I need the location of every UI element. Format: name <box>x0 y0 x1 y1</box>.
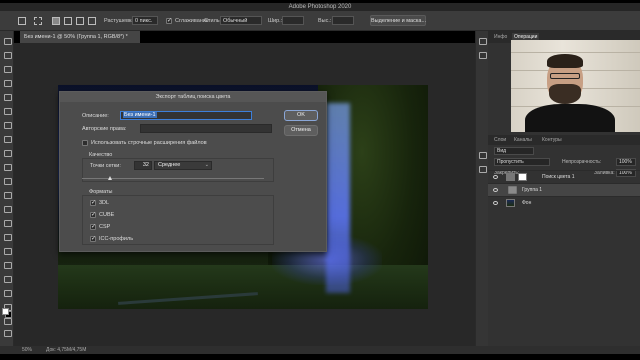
width-label: Шир.: <box>268 18 283 24</box>
pen-tool-icon[interactable] <box>3 247 12 255</box>
grid-points-slider-thumb[interactable] <box>108 176 112 180</box>
format-icc-label: ICC-профиль <box>99 236 134 242</box>
antialias-checkbox[interactable] <box>166 17 172 24</box>
layer-row[interactable]: Группа 1 <box>488 183 640 196</box>
description-input[interactable]: Без имени-1 <box>120 111 252 120</box>
panel-icon-strip <box>475 31 488 346</box>
healing-brush-tool-icon[interactable] <box>3 135 12 143</box>
title-bar: Adobe Photoshop 2020 <box>0 3 640 11</box>
opacity-label: Непрозрачность: <box>562 159 602 165</box>
layer-row[interactable]: Фон <box>488 196 640 209</box>
tab-layers[interactable]: Слои <box>494 135 506 145</box>
visibility-eye-icon[interactable] <box>493 175 498 179</box>
lowercase-extensions-label: Использовать строчные расширения файлов <box>91 140 207 146</box>
copyright-label: Авторские права: <box>82 126 127 132</box>
layer-filter-row: Вид <box>488 146 640 156</box>
dialog-title: Экспорт таблиц поиска цвета <box>60 92 326 102</box>
layer-thumbnail <box>506 199 515 207</box>
move-tool-icon[interactable] <box>3 37 12 45</box>
adjustment-layer-icon <box>506 173 515 181</box>
foreground-color-swatch[interactable] <box>2 308 9 315</box>
blend-row: Пропустить Непрозрачность: 100% <box>488 157 640 167</box>
cancel-button[interactable]: Отмена <box>284 125 318 136</box>
layer-mask-thumbnail <box>518 173 527 181</box>
tab-info[interactable]: Инфо <box>492 33 509 42</box>
add-selection-icon[interactable] <box>64 17 72 25</box>
select-and-mask-button[interactable]: Выделение и маска... <box>370 15 426 26</box>
toolbar <box>0 31 14 346</box>
quality-select-value: Среднее <box>158 162 181 168</box>
marquee-tool-icon[interactable] <box>34 17 42 25</box>
options-bar: Растушевка: 0 пикс. Сглаживание Стиль: О… <box>0 11 640 31</box>
grid-points-label: Точки сетки: <box>90 163 121 169</box>
dodge-tool-icon[interactable] <box>3 233 12 241</box>
format-3dl-label: 3DL <box>99 200 110 206</box>
type-tool-icon[interactable] <box>3 261 12 269</box>
zoom-level[interactable]: 50% <box>22 346 32 354</box>
status-bar: 50% Док: 4,75M/4,75M <box>0 346 640 354</box>
visibility-eye-icon[interactable] <box>493 201 498 205</box>
copyright-input[interactable] <box>140 124 272 133</box>
visibility-eye-icon[interactable] <box>493 188 498 192</box>
path-select-tool-icon[interactable] <box>3 275 12 283</box>
lasso-tool-icon[interactable] <box>3 65 12 73</box>
description-value: Без имени-1 <box>123 112 157 118</box>
home-icon[interactable] <box>18 17 26 25</box>
more-tools-icon[interactable] <box>3 329 12 337</box>
format-cube-checkbox[interactable] <box>90 211 96 218</box>
history-panel-icon[interactable] <box>478 37 487 45</box>
feather-input[interactable]: 0 пикс. <box>132 16 158 25</box>
shape-tool-icon[interactable] <box>3 289 12 297</box>
style-select[interactable]: Обычный <box>220 16 262 25</box>
new-selection-icon[interactable] <box>52 17 60 25</box>
lowercase-extensions-checkbox[interactable] <box>82 140 88 146</box>
format-icc-checkbox[interactable] <box>90 235 96 242</box>
export-color-lookup-dialog: Экспорт таблиц поиска цвета Описание: Бе… <box>59 91 327 252</box>
info-panel-icon[interactable] <box>478 51 487 59</box>
zoom-tool-icon[interactable] <box>3 317 12 325</box>
history-brush-tool-icon[interactable] <box>3 177 12 185</box>
quick-select-tool-icon[interactable] <box>3 79 12 87</box>
chevron-down-icon: ⌄ <box>204 162 209 168</box>
format-csp-checkbox[interactable] <box>90 223 96 230</box>
eyedropper-tool-icon[interactable] <box>3 121 12 129</box>
marquee-tool-icon[interactable] <box>3 51 12 59</box>
clone-stamp-tool-icon[interactable] <box>3 163 12 171</box>
brush-tool-icon[interactable] <box>3 149 12 157</box>
tab-paths[interactable]: Контуры <box>542 135 562 145</box>
blur-tool-icon[interactable] <box>3 219 12 227</box>
format-cube-label: CUBE <box>99 212 115 218</box>
layer-kind-select[interactable]: Вид <box>494 147 534 155</box>
description-label: Описание: <box>82 113 109 119</box>
crop-tool-icon[interactable] <box>3 93 12 101</box>
opacity-input[interactable]: 100% <box>616 158 636 166</box>
adjustments-panel-icon[interactable] <box>478 165 487 173</box>
quality-select[interactable]: Среднее ⌄ <box>154 161 212 170</box>
intersect-selection-icon[interactable] <box>88 17 96 25</box>
ok-button[interactable]: OK <box>284 110 318 121</box>
gradient-tool-icon[interactable] <box>3 205 12 213</box>
doc-size: Док: 4,75M/4,75M <box>46 347 87 353</box>
height-input[interactable] <box>332 16 354 25</box>
tab-channels[interactable]: Каналы <box>514 135 532 145</box>
document-tab[interactable]: Без имени-1 @ 50% (Группа 1, RGB/8*) * <box>20 31 140 43</box>
blend-mode-select[interactable]: Пропустить <box>494 158 550 166</box>
layer-row[interactable]: Поиск цвета 1 <box>488 170 640 183</box>
layers-panel-icon[interactable] <box>478 151 487 159</box>
subtract-selection-icon[interactable] <box>76 17 84 25</box>
format-3dl-checkbox[interactable] <box>90 199 96 206</box>
format-csp-label: CSP <box>99 224 111 230</box>
style-label: Стиль: <box>204 18 222 24</box>
grid-points-input[interactable]: 32 <box>134 161 152 170</box>
height-label: Выс.: <box>318 18 332 24</box>
folder-icon <box>508 186 517 194</box>
frame-tool-icon[interactable] <box>3 107 12 115</box>
layer-name: Фон <box>522 200 532 206</box>
layers-panel-tabs: Слои Каналы Контуры <box>488 135 640 145</box>
webcam-overlay <box>511 40 640 132</box>
width-input[interactable] <box>282 16 304 25</box>
app-title: Adobe Photoshop 2020 <box>288 4 352 10</box>
eraser-tool-icon[interactable] <box>3 191 12 199</box>
app-window: Adobe Photoshop 2020 Растушевка: 0 пикс.… <box>0 0 640 360</box>
